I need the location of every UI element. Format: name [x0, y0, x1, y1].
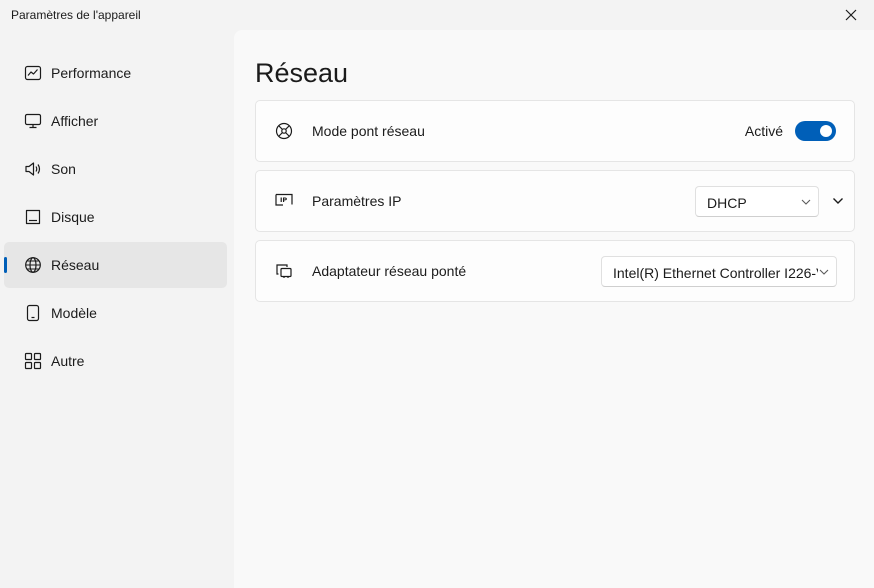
network-adapter-icon: [274, 261, 294, 281]
sidebar-item-autre[interactable]: Autre: [4, 338, 227, 384]
page-title: Réseau: [255, 58, 349, 88]
speaker-icon: [24, 160, 42, 178]
sidebar-item-afficher[interactable]: Afficher: [4, 98, 227, 144]
grid-icon: [24, 352, 42, 370]
globe-icon: [24, 256, 42, 274]
sidebar-item-label: Afficher: [51, 113, 99, 129]
bridged-adapter-label: Adaptateur réseau ponté: [312, 263, 467, 279]
ip-mode-dropdown[interactable]: DHCP: [695, 186, 819, 217]
bridge-mode-toggle[interactable]: [795, 121, 836, 141]
sidebar-item-performance[interactable]: Performance: [4, 50, 227, 96]
bridged-adapter-card: Adaptateur réseau ponté Intel(R) Etherne…: [255, 240, 855, 302]
toggle-knob: [820, 125, 832, 137]
ip-settings-card: IP Paramètres IP DHCP: [255, 170, 855, 232]
bridge-mode-card: Mode pont réseau Activé: [255, 100, 855, 162]
ip-mode-value: DHCP: [707, 195, 747, 211]
disk-icon: [24, 208, 42, 226]
title-bar: Paramètres de l'appareil: [0, 0, 874, 30]
sidebar-item-label: Réseau: [51, 257, 100, 273]
ip-expand-button[interactable]: [828, 191, 848, 211]
close-button[interactable]: [828, 0, 874, 30]
toggle-state-label: Activé: [744, 123, 783, 139]
bridge-mode-icon: [274, 121, 294, 141]
ip-icon: IP: [274, 191, 294, 211]
sidebar-item-label: Modèle: [51, 305, 97, 321]
close-icon: [845, 9, 857, 21]
bridged-adapter-dropdown[interactable]: Intel(R) Ethernet Controller I226-V: [601, 256, 837, 287]
sidebar: Performance Afficher Son Disque Réseau M…: [0, 30, 234, 588]
ip-settings-label: Paramètres IP: [312, 193, 402, 209]
window-title: Paramètres de l'appareil: [11, 8, 141, 22]
tablet-icon: [24, 304, 42, 322]
sidebar-item-reseau[interactable]: Réseau: [4, 242, 227, 288]
sidebar-item-label: Performance: [51, 65, 132, 81]
chevron-down-icon: [800, 196, 812, 208]
sidebar-item-modele[interactable]: Modèle: [4, 290, 227, 336]
chevron-down-icon: [833, 198, 843, 204]
sidebar-item-label: Disque: [51, 209, 95, 225]
sidebar-item-son[interactable]: Son: [4, 146, 227, 192]
bridged-adapter-value: Intel(R) Ethernet Controller I226-V: [613, 265, 826, 281]
svg-text:IP: IP: [280, 196, 287, 204]
sidebar-item-label: Autre: [51, 353, 85, 369]
sidebar-item-disque[interactable]: Disque: [4, 194, 227, 240]
chevron-down-icon: [818, 266, 830, 278]
bridge-mode-label: Mode pont réseau: [312, 123, 425, 139]
monitor-icon: [24, 112, 42, 130]
performance-chart-icon: [24, 64, 42, 82]
selection-indicator: [4, 257, 7, 273]
main-content: Réseau Mode pont réseau Activé IP Paramè…: [234, 30, 874, 588]
sidebar-item-label: Son: [51, 161, 76, 177]
